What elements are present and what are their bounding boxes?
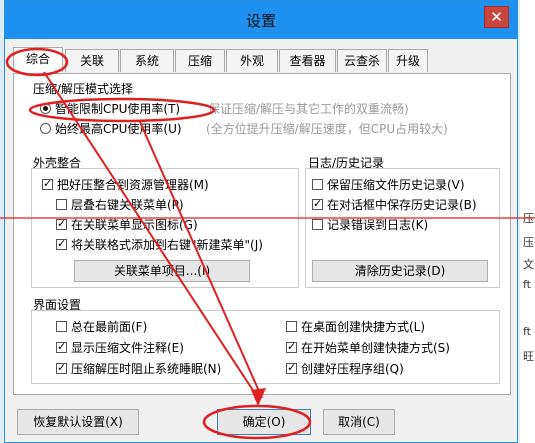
background-page: 压 压 文 ft ft 旺 [520, 0, 535, 443]
checkbox-indicator [56, 199, 67, 210]
background-text: 文 [523, 258, 534, 271]
prevent-sleep-checkbox[interactable]: 压缩解压时阻止系统睡眠(N) [56, 360, 221, 377]
checkbox-indicator [286, 361, 297, 375]
checkbox-indicator [312, 179, 323, 190]
checkbox-indicator [286, 321, 297, 332]
background-text: 压 [523, 236, 534, 249]
desktop-shortcut-checkbox[interactable]: 在桌面创建快捷方式(L) [286, 318, 425, 335]
checkbox-label: 在关联菜单显示图标(G) [71, 218, 198, 232]
checkbox-label: 在对话框中保存历史记录(B) [327, 198, 477, 212]
checkbox-label: 记录错误到日志(K) [327, 218, 429, 232]
max-cpu-radio[interactable]: 始终最高CPU使用率(U) [40, 120, 182, 137]
tab-compression[interactable]: 压缩 [175, 49, 225, 72]
checkbox-indicator [42, 177, 53, 191]
option-description: 保证压缩/解压与其它工作的双重流畅) [208, 102, 409, 116]
checkbox-indicator [312, 219, 323, 230]
window-title: 设置 [245, 12, 276, 30]
background-text: 旺 [523, 350, 534, 363]
ok-button[interactable]: 确定(O) [217, 409, 311, 435]
checkbox-label: 在开始菜单创建快捷方式(S) [301, 341, 450, 355]
background-text: 压 [523, 212, 534, 225]
program-group-checkbox[interactable]: 创建好压程序组(Q) [286, 360, 404, 377]
checkbox-indicator [56, 217, 67, 231]
show-menu-icon-checkbox[interactable]: 在关联菜单显示图标(G) [56, 216, 198, 233]
close-icon: ✕ [490, 8, 503, 26]
integrate-explorer-checkbox[interactable]: 把好压整合到资源管理器(M) [42, 176, 209, 193]
radio-label: 始终最高CPU使用率(U) [55, 122, 182, 136]
tab-system[interactable]: 系统 [120, 49, 174, 72]
radio-indicator [40, 103, 51, 114]
option-description: (全方位提升压缩/解压速度，但CPU占用较大) [206, 122, 448, 136]
checkbox-label: 创建好压程序组(Q) [301, 362, 404, 376]
checkbox-indicator [56, 237, 67, 251]
smart-cpu-radio[interactable]: 智能限制CPU使用率(T) [40, 100, 180, 117]
settings-dialog: 设置 ✕ 综合 关联 系统 压缩 外观 查看器 云查杀 升级 压缩/解压模式选择… [4, 0, 518, 443]
tab-panel-general: 压缩/解压模式选择 智能限制CPU使用率(T) 保证压缩/解压与其它工作的双重流… [13, 73, 511, 395]
tab-appearance[interactable]: 外观 [226, 49, 278, 72]
checkbox-label: 把好压整合到资源管理器(M) [57, 178, 209, 192]
context-menu-items-button[interactable]: 关联菜单项目...(I) [74, 260, 250, 282]
checkbox-indicator [286, 340, 297, 354]
restore-defaults-button[interactable]: 恢复默认设置(X) [17, 409, 139, 435]
title-bar: 设置 ✕ [5, 1, 517, 39]
checkbox-indicator [56, 361, 67, 375]
checkbox-label: 在桌面创建快捷方式(L) [301, 320, 426, 334]
tab-viewer[interactable]: 查看器 [279, 49, 336, 72]
save-dialog-history-checkbox[interactable]: 在对话框中保存历史记录(B) [312, 196, 477, 213]
tab-general[interactable]: 综合 [13, 47, 63, 72]
background-text: ft [523, 325, 531, 338]
mode-section-title: 压缩/解压模式选择 [33, 82, 134, 96]
tab-cloud-scan[interactable]: 云查杀 [337, 49, 387, 72]
radio-indicator [40, 123, 51, 134]
clear-history-button[interactable]: 清除历史记录(D) [312, 260, 488, 282]
checkbox-label: 压缩解压时阻止系统睡眠(N) [71, 362, 222, 376]
keep-history-checkbox[interactable]: 保留压缩文件历史记录(V) [312, 176, 465, 193]
cascade-menu-checkbox[interactable]: 层叠右键关联菜单(P) [56, 196, 184, 213]
close-button[interactable]: ✕ [484, 6, 509, 28]
new-menu-checkbox[interactable]: 将关联格式添加到右键"新建菜单"(J) [56, 236, 263, 253]
tab-upgrade[interactable]: 升级 [388, 49, 428, 72]
cancel-button[interactable]: 取消(C) [323, 409, 395, 435]
checkbox-indicator [56, 321, 67, 332]
checkbox-label: 显示压缩文件注释(E) [71, 341, 184, 355]
show-comment-checkbox[interactable]: 显示压缩文件注释(E) [56, 339, 184, 356]
radio-label: 智能限制CPU使用率(T) [55, 102, 181, 116]
checkbox-label: 将关联格式添加到右键"新建菜单"(J) [71, 238, 263, 252]
background-text: ft [523, 278, 531, 291]
always-on-top-checkbox[interactable]: 总在最前面(F) [56, 318, 147, 335]
checkbox-label: 保留压缩文件历史记录(V) [327, 178, 465, 192]
log-errors-checkbox[interactable]: 记录错误到日志(K) [312, 216, 428, 233]
tab-association[interactable]: 关联 [65, 49, 119, 72]
checkbox-indicator [56, 340, 67, 354]
checkbox-label: 层叠右键关联菜单(P) [71, 198, 184, 212]
checkbox-label: 总在最前面(F) [71, 320, 148, 334]
checkbox-indicator [312, 197, 323, 211]
start-menu-shortcut-checkbox[interactable]: 在开始菜单创建快捷方式(S) [286, 339, 450, 356]
